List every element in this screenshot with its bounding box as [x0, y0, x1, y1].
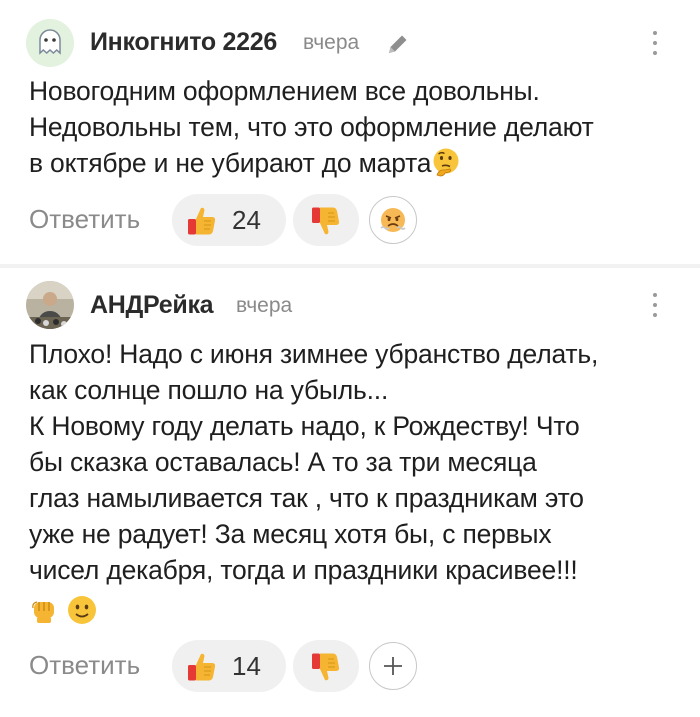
slightly-smiling-face-emoji	[68, 596, 97, 624]
comment-body: Новогодним оформлением все довольны. Нед…	[29, 76, 594, 178]
like-button[interactable]: 14	[172, 640, 286, 692]
comment-actions: Ответить 24	[29, 194, 669, 246]
comment-text: Новогодним оформлением все довольны. Нед…	[29, 73, 689, 181]
reply-button[interactable]: Ответить	[29, 650, 140, 681]
thumbs-down-icon	[312, 653, 340, 681]
comment-time: вчера	[236, 294, 293, 317]
reaction-button[interactable]	[369, 196, 417, 244]
comment: АНДРейка вчера Плохо! Надо с июня зимнее…	[0, 268, 700, 717]
reply-button[interactable]: Ответить	[29, 204, 140, 235]
ghost-icon	[26, 19, 74, 67]
raised-fist-emoji	[32, 601, 54, 623]
more-options-icon[interactable]	[647, 290, 663, 320]
comment: Инкогнито 2226 вчера Новогодним оформлен…	[0, 0, 700, 264]
avatar[interactable]	[26, 281, 74, 329]
comment-time: вчера	[303, 31, 360, 54]
username[interactable]: АНДРейка	[90, 291, 214, 320]
username[interactable]: Инкогнито 2226	[90, 28, 277, 57]
avatar[interactable]	[26, 19, 74, 67]
like-count: 24	[232, 205, 261, 235]
comment-emojis	[28, 594, 100, 628]
like-button[interactable]: 24	[172, 194, 286, 246]
angry-face-emoji	[380, 208, 406, 232]
edited-pencil-icon	[389, 35, 407, 53]
comment-text: Плохо! Надо с июня зимнее убранство дела…	[29, 339, 599, 585]
more-options-icon[interactable]	[647, 28, 663, 58]
thinking-face-emoji	[433, 148, 459, 177]
add-reaction-button[interactable]	[369, 642, 417, 690]
thumbs-up-icon	[188, 653, 216, 681]
dislike-button[interactable]	[293, 194, 359, 246]
comment-actions: Ответить 14	[29, 640, 669, 692]
thumbs-up-icon	[188, 207, 216, 235]
like-count: 14	[232, 651, 261, 681]
thumbs-down-icon	[312, 207, 340, 235]
plus-icon	[384, 657, 402, 675]
dislike-button[interactable]	[293, 640, 359, 692]
user-photo	[26, 281, 74, 329]
